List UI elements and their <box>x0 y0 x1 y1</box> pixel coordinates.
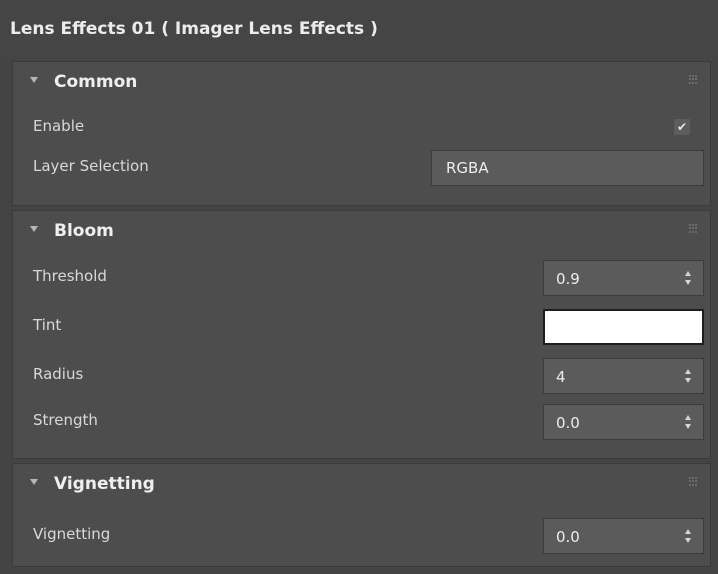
radius-value[interactable]: 4 <box>556 359 566 395</box>
strength-spinner[interactable]: 0.0 <box>543 404 704 440</box>
strength-label: Strength <box>33 411 98 429</box>
strength-value[interactable]: 0.0 <box>556 405 580 441</box>
grip-icon[interactable] <box>689 224 698 233</box>
panel-title: Lens Effects 01 ( Imager Lens Effects ) <box>0 0 718 60</box>
collapse-arrow-icon[interactable] <box>30 77 38 83</box>
radius-spinner[interactable]: 4 <box>543 358 704 394</box>
tint-label: Tint <box>33 316 62 334</box>
spinner-arrows-icon[interactable] <box>685 415 692 429</box>
lens-effects-panel: Lens Effects 01 ( Imager Lens Effects ) … <box>0 0 718 574</box>
rollout-bloom: Bloom Threshold 0.9 Tint Radius 4 Streng… <box>12 210 711 459</box>
radius-label: Radius <box>33 365 84 383</box>
enable-label: Enable <box>33 117 85 135</box>
rollout-bloom-header[interactable]: Bloom <box>13 211 710 253</box>
rollout-vignetting: Vignetting Vignetting 0.0 <box>12 463 711 567</box>
rollout-common: Common Enable ✔ Layer Selection RGBA <box>12 61 711 206</box>
spinner-arrows-icon[interactable] <box>685 529 692 543</box>
threshold-spinner[interactable]: 0.9 <box>543 260 704 296</box>
rollout-common-header[interactable]: Common <box>13 62 710 104</box>
threshold-value[interactable]: 0.9 <box>556 261 580 297</box>
enable-checkbox[interactable]: ✔ <box>674 119 690 135</box>
rollout-vignetting-title[interactable]: Vignetting <box>54 464 155 504</box>
rollout-bloom-title[interactable]: Bloom <box>54 211 114 251</box>
vignetting-value[interactable]: 0.0 <box>556 519 580 555</box>
vignetting-label: Vignetting <box>33 525 111 543</box>
rollout-vignetting-header[interactable]: Vignetting <box>13 464 710 506</box>
rollout-common-title[interactable]: Common <box>54 62 137 102</box>
threshold-label: Threshold <box>33 267 107 285</box>
spinner-arrows-icon[interactable] <box>685 369 692 383</box>
grip-icon[interactable] <box>689 75 698 84</box>
spinner-arrows-icon[interactable] <box>685 271 692 285</box>
collapse-arrow-icon[interactable] <box>30 479 38 485</box>
layer-selection-dropdown[interactable]: RGBA <box>431 150 704 186</box>
checkmark-icon: ✔ <box>676 120 688 134</box>
collapse-arrow-icon[interactable] <box>30 226 38 232</box>
vignetting-spinner[interactable]: 0.0 <box>543 518 704 554</box>
tint-color-swatch[interactable] <box>543 309 704 345</box>
layer-selection-label: Layer Selection <box>33 157 149 175</box>
grip-icon[interactable] <box>689 477 698 486</box>
